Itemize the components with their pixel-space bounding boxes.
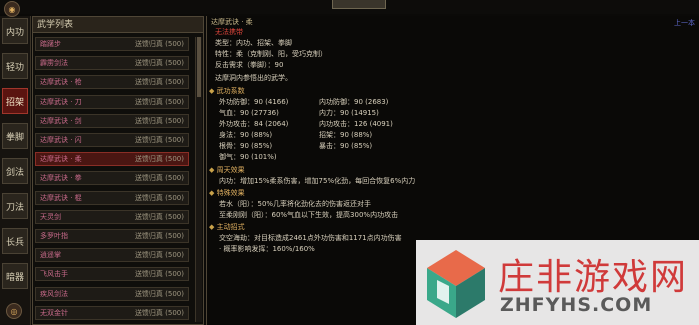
- list-item-name: 多罗叶指: [40, 232, 68, 240]
- list-item[interactable]: 达摩武诀 · 枪 送馈归真 (500): [35, 75, 189, 90]
- list-item-status: 送馈归真 (500): [134, 212, 184, 221]
- diamond-icon: ◆: [209, 223, 217, 231]
- attr-value: 内功攻击：126 (4091): [319, 120, 393, 128]
- list-item-status: 送馈归真 (500): [134, 136, 184, 144]
- attr-value: 暴击：90 (85%): [319, 142, 373, 150]
- swirl-icon: ◎: [6, 303, 22, 319]
- special-effect-2: 至柔刚刚（阳）：60%气血以下生效，提高300%内功攻击: [219, 211, 399, 219]
- list-item-name: 飞风击手: [40, 270, 68, 279]
- skill-trait: 特性：柔（克制刚、阳，受巧克制）: [215, 50, 327, 58]
- attr-value: 招架：90 (88%): [319, 131, 373, 139]
- list-item-name: 天灵剑: [40, 212, 61, 221]
- list-item-name: 达摩武诀 · 柔: [40, 155, 82, 164]
- list-item-name: 无双金针: [40, 308, 68, 317]
- diamond-icon: ◆: [209, 166, 217, 174]
- skill-title: 达摩武诀 · 柔: [211, 18, 253, 26]
- list-item-status: 送馈归真 (500): [134, 59, 184, 68]
- list-header: 武学列表: [33, 17, 203, 33]
- list-item-status: 送馈归真 (500): [134, 78, 184, 87]
- list-item[interactable]: 天灵剑 送馈归真 (500): [35, 209, 189, 224]
- tab-jianfa[interactable]: 剑法: [2, 158, 28, 184]
- scroll-thumb[interactable]: [197, 37, 201, 97]
- attr-value: 根骨：90 (85%): [219, 142, 273, 150]
- list-item-status: 送馈归真 (500): [134, 251, 184, 260]
- list-item-status: 送馈归真 (500): [134, 174, 184, 183]
- list-item-status: 送馈归真 (500): [134, 193, 184, 202]
- list-item[interactable]: 达摩武诀 · 剑 送馈归真 (500): [35, 113, 189, 128]
- list-item-name: 达摩武诀 · 刀: [40, 97, 82, 106]
- effect-section-header: ◆ 周天效果: [209, 166, 245, 174]
- tab-quanjiao[interactable]: 拳脚: [2, 123, 28, 149]
- active-section-header: ◆ 主动招式: [209, 223, 245, 231]
- tab-qinggong[interactable]: 轻功: [2, 53, 28, 79]
- category-tabs: 内功 轻功 招架 拳脚 剑法 刀法 长兵 暗器 ◎: [0, 16, 31, 325]
- active-skill-line: 交空海劫：对目标造成2461点外功伤害和1171点内功伤害: [219, 234, 402, 242]
- skill-binding: 无法携带: [215, 28, 243, 36]
- tab-changbing[interactable]: 长兵: [2, 228, 28, 254]
- prev-link[interactable]: 上一本: [674, 18, 695, 28]
- list-item-name: 达摩武诀 · 闪: [40, 136, 82, 144]
- list-item-name: 达摩武诀 · 拳: [40, 174, 82, 183]
- attr-value: 气血：90 (27736): [219, 109, 279, 117]
- special-effect-1: 若水（阳）：50%几率将化劲化去的伤害返还对手: [219, 200, 372, 208]
- list-item[interactable]: 逍遥掌 送馈归真 (500): [35, 248, 189, 263]
- list-item[interactable]: 飞风击手 送馈归真 (500): [35, 267, 189, 282]
- list-item-status: 送馈归真 (500): [134, 116, 184, 125]
- list-item-status: 送馈归真 (500): [134, 40, 184, 48]
- effect-line: 内功：增加15%柔系伤害，增加75%化劲，每回合恢复6%内力: [219, 177, 416, 185]
- list-item-status: 送馈归真 (500): [134, 270, 184, 279]
- list-item[interactable]: 达摩武诀 · 柔 送馈归真 (500): [35, 152, 189, 167]
- list-item[interactable]: 无双金针 送馈归真 (500): [35, 305, 189, 320]
- list-item-status: 送馈归真 (500): [134, 289, 184, 298]
- list-item-name: 逍遥掌: [40, 251, 61, 260]
- skill-requirement: 反击需求（拳脚）：90: [215, 61, 284, 69]
- list-item[interactable]: 达摩武诀 · 棍 送馈归真 (500): [35, 190, 189, 205]
- skill-type: 类型：内功、招架、拳脚: [215, 39, 292, 47]
- skill-description: 达摩洞内参悟出的武学。: [215, 74, 292, 82]
- list-item-name: 达摩武诀 · 枪: [40, 78, 82, 87]
- list-item[interactable]: 霹雳剑法 送馈归真 (500): [35, 56, 189, 71]
- tab-anqi[interactable]: 暗器: [2, 263, 28, 289]
- list-scrollbar[interactable]: [195, 37, 202, 322]
- list-item-status: 送馈归真 (500): [134, 97, 184, 106]
- list-item-status: 送馈归真 (500): [134, 155, 184, 164]
- top-bar: [0, 0, 699, 14]
- attr-value: 外功攻击：84 (2064): [219, 120, 289, 128]
- list-item-name: 达摩武诀 · 棍: [40, 193, 82, 202]
- list-item-name: 霹雳剑法: [40, 59, 68, 68]
- attr-value: 御气：90 (101%): [219, 153, 277, 161]
- watermark-en: ZHFYHS.COM: [500, 294, 653, 316]
- list-item-name: 踏躇步: [40, 40, 61, 48]
- special-section-header: ◆ 特殊效果: [209, 189, 245, 197]
- top-tab[interactable]: [332, 0, 386, 9]
- list-item[interactable]: 达摩武诀 · 拳 送馈归真 (500): [35, 171, 189, 186]
- diamond-icon: ◆: [209, 189, 217, 197]
- tab-neigong[interactable]: 内功: [2, 18, 28, 44]
- watermark: 庄非游戏网 ZHFYHS.COM: [416, 240, 699, 325]
- martial-arts-list-panel: 武学列表 踏躇步 送馈归真 (500) 霹雳剑法 送馈归真 (500) 达摩武诀 · 枪…: [32, 16, 204, 325]
- list-item-status: 送馈归真 (500): [134, 308, 184, 317]
- list-item[interactable]: 踏躇步 送馈归真 (500): [35, 37, 189, 51]
- watermark-logo-icon: [427, 250, 485, 318]
- martial-arts-list: 踏躇步 送馈归真 (500) 霹雳剑法 送馈归真 (500) 达摩武诀 · 枪送馈归真 …: [33, 34, 193, 324]
- list-item[interactable]: 达摩武诀 · 闪 送馈归真 (500): [35, 133, 189, 147]
- attr-value: 外功防御：90 (4166): [219, 98, 289, 106]
- list-item-status: 送馈归真 (500): [134, 232, 184, 240]
- attr-section-header: ◆ 武功系数: [209, 87, 245, 95]
- attr-value: 身法：90 (88%): [219, 131, 273, 139]
- watermark-cn: 庄非游戏网: [498, 257, 689, 298]
- active-skill-sub: · 概率影响发挥：160%/160%: [219, 245, 315, 253]
- list-item[interactable]: 多罗叶指 送馈归真 (500): [35, 229, 189, 243]
- diamond-icon: ◆: [209, 87, 217, 95]
- tab-zhaojia[interactable]: 招架: [2, 88, 28, 114]
- list-item-name: 疾风剑法: [40, 289, 68, 298]
- list-item[interactable]: 达摩武诀 · 刀 送馈归真 (500): [35, 94, 189, 109]
- attr-value: 内力：90 (14915): [319, 109, 379, 117]
- tab-daofa[interactable]: 刀法: [2, 193, 28, 219]
- list-item[interactable]: 疾风剑法 送馈归真 (500): [35, 286, 189, 301]
- attr-value: 内功防御：90 (2683): [319, 98, 389, 106]
- lock-icon: ◉: [4, 1, 20, 17]
- list-item-name: 达摩武诀 · 剑: [40, 116, 82, 125]
